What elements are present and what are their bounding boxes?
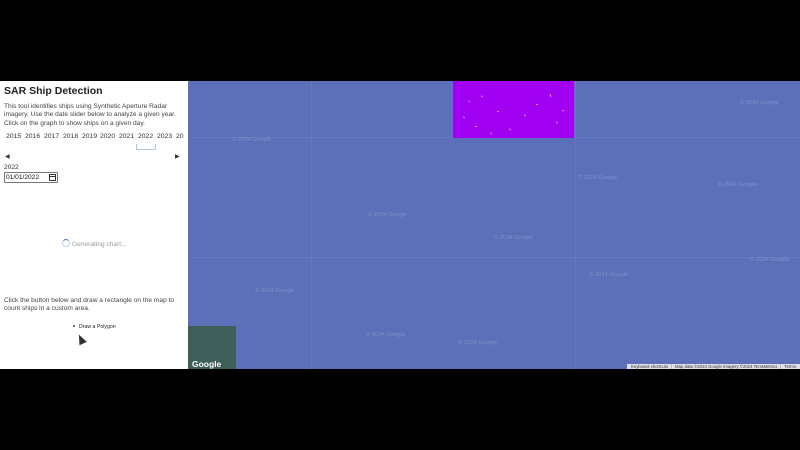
year-label-2023[interactable]: 2023 xyxy=(157,133,172,140)
ship-marker xyxy=(535,103,539,106)
year-label-2017[interactable]: 2017 xyxy=(44,133,59,140)
draw-polygon-button[interactable]: Draw a Polygon xyxy=(73,324,116,330)
map-data-credit: Map data ©2024 Google Imagery ©2024 Terr… xyxy=(672,364,782,369)
map-attribution-bar: Keyboard shortcuts Map data ©2024 Google … xyxy=(626,364,800,369)
app-title: SAR Ship Detection xyxy=(4,85,103,97)
keyboard-shortcuts-link[interactable]: Keyboard shortcuts xyxy=(627,364,673,369)
draw-polygon-label: Draw a Polygon xyxy=(79,324,116,330)
ship-marker xyxy=(481,95,483,98)
google-logo: Google xyxy=(192,359,222,369)
draw-instructions: Click the button below and draw a rectan… xyxy=(4,297,175,313)
ship-marker xyxy=(549,93,552,98)
loading-spinner-icon xyxy=(62,239,70,247)
app-container: SAR Ship Detection This tool identifies … xyxy=(0,81,800,369)
sidebar-panel: SAR Ship Detection This tool identifies … xyxy=(0,81,188,369)
ship-marker xyxy=(463,116,465,119)
year-label-2016[interactable]: 2016 xyxy=(25,133,40,140)
year-label-2020[interactable]: 2020 xyxy=(100,133,115,140)
loading-text: Generating chart... xyxy=(72,241,127,248)
bullet-icon xyxy=(73,325,75,327)
terms-link[interactable]: Terms xyxy=(781,364,799,369)
ship-marker xyxy=(490,132,492,135)
selected-year-marker xyxy=(136,144,156,150)
ship-marker xyxy=(496,110,500,113)
year-label-2019[interactable]: 2019 xyxy=(82,133,97,140)
map-watermark: © 2024 Google xyxy=(232,137,272,143)
map-watermark: © 2024 Google xyxy=(368,212,408,218)
mouse-cursor-icon xyxy=(76,334,86,344)
selected-year-label: 2022 xyxy=(4,164,19,171)
year-label-2021[interactable]: 2021 xyxy=(119,133,134,140)
date-value: 01/01/2022 xyxy=(6,174,40,181)
map-watermark: © 2024 Google xyxy=(458,340,498,346)
year-label-next[interactable]: 20 xyxy=(176,133,184,140)
tile-seam xyxy=(575,81,576,369)
chart-loading-indicator: Generating chart... xyxy=(62,239,127,248)
map-watermark: © 2024 Google xyxy=(740,100,780,106)
next-year-arrow-icon[interactable]: ▶ xyxy=(175,153,180,160)
map-watermark: © 2024 Google xyxy=(578,175,618,181)
ship-marker xyxy=(556,121,558,124)
year-label-2018[interactable]: 2018 xyxy=(63,133,78,140)
map-watermark: © 2024 Google xyxy=(366,332,406,338)
year-label-2015[interactable]: 2015 xyxy=(6,133,21,140)
date-input[interactable]: 01/01/2022 xyxy=(4,172,58,183)
calendar-icon[interactable] xyxy=(49,174,56,181)
year-slider[interactable]: 2015 2016 2017 2018 2019 2020 2021 2022 … xyxy=(0,133,188,145)
map-watermark: © 2024 Google xyxy=(255,288,295,294)
app-description: This tool identifies ships using Synthet… xyxy=(4,103,176,127)
prev-year-arrow-icon[interactable]: ◀ xyxy=(5,153,10,160)
ship-marker xyxy=(523,114,527,117)
tile-seam xyxy=(188,257,800,258)
map-watermark: © 2024 Google xyxy=(718,182,758,188)
ship-marker xyxy=(474,125,478,128)
tile-seam xyxy=(311,81,312,369)
ship-marker xyxy=(561,109,565,112)
ship-detection-layer xyxy=(453,81,574,138)
ship-marker xyxy=(508,128,512,131)
map-watermark: © 2024 Google xyxy=(750,257,790,263)
ship-marker xyxy=(467,100,471,103)
year-label-2022[interactable]: 2022 xyxy=(138,133,153,140)
map-watermark: © 2024 Google xyxy=(494,235,534,241)
map-watermark: © 2024 Google xyxy=(589,272,629,278)
map-canvas[interactable]: © 2024 Google © 2024 Google © 2024 Googl… xyxy=(188,81,800,369)
